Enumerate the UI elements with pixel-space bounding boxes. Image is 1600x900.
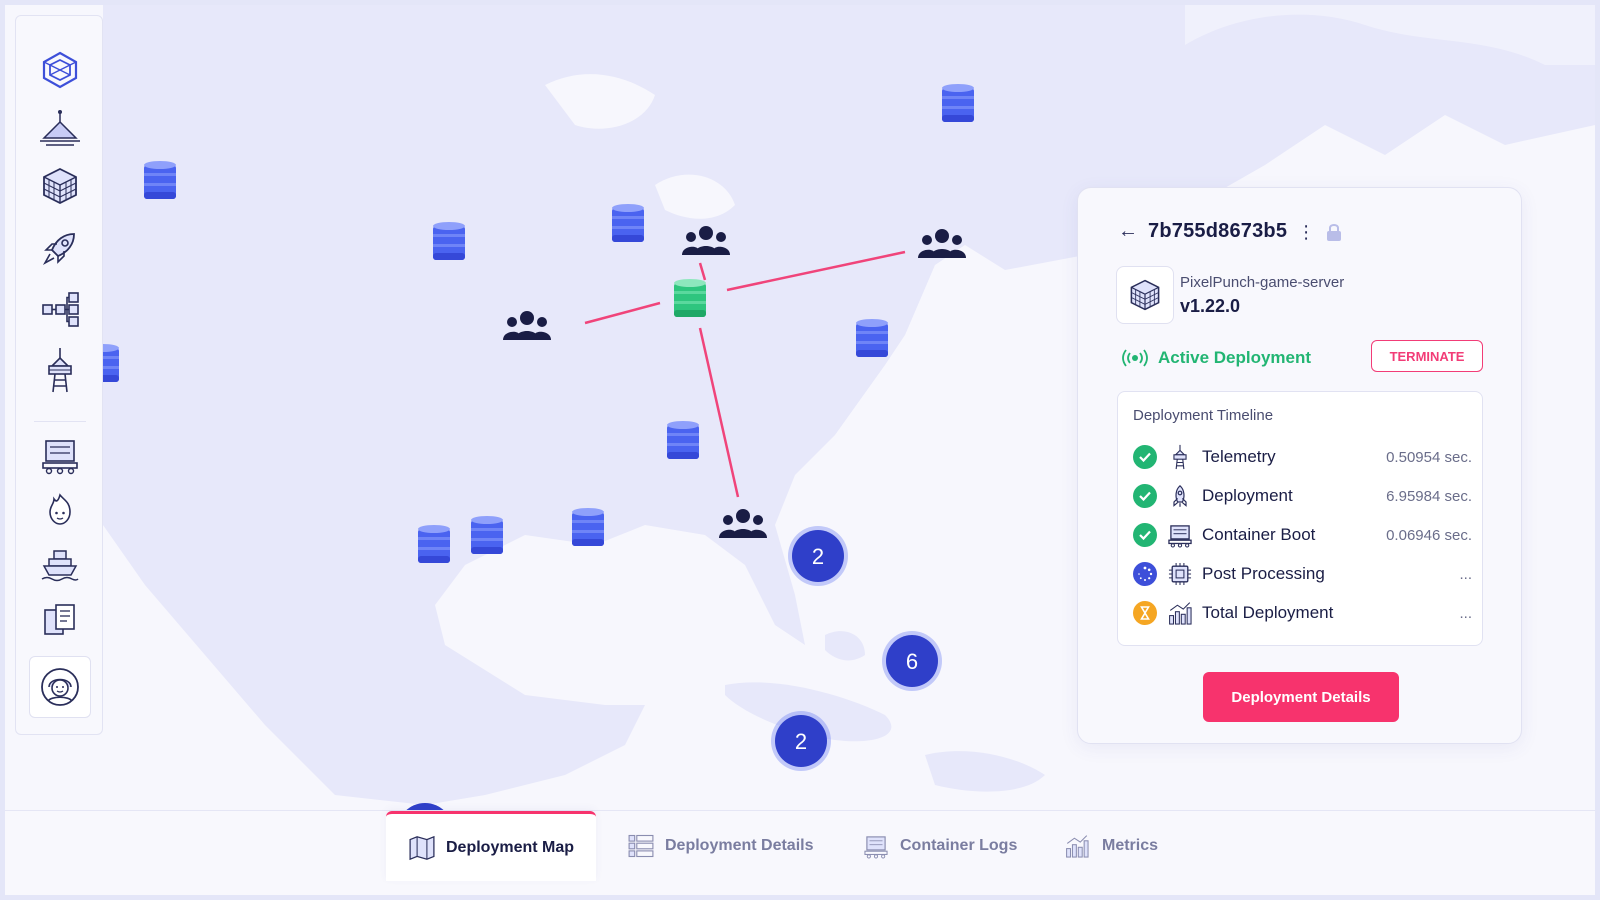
broadcast-icon <box>1122 349 1148 367</box>
timeline-label: Deployment <box>1202 486 1293 505</box>
tab-metrics[interactable]: Metrics <box>1040 811 1180 881</box>
rocket-icon <box>1164 481 1196 511</box>
timeline-row: Deployment 6.95984 sec. <box>1132 481 1472 511</box>
active-server-node[interactable] <box>674 279 706 317</box>
deployment-status: Active Deployment <box>1120 348 1311 368</box>
back-arrow-icon[interactable]: ← <box>1118 220 1138 243</box>
rubiks-cube-icon <box>43 167 77 205</box>
timeline-time: 0.50954 sec. <box>1386 448 1472 466</box>
timeline-label: Telemetry <box>1202 447 1276 466</box>
sidebar-divider <box>34 421 86 422</box>
deployment-panel: ← 7b755d8673b5 ⋮ PixelPunch-game-server … <box>1077 187 1522 744</box>
timeline-label: Post Processing <box>1202 564 1325 583</box>
check-circle-icon <box>1132 522 1158 548</box>
server-node[interactable] <box>667 421 699 459</box>
server-node[interactable] <box>418 525 450 563</box>
deployment-timeline: Deployment Timeline Telemetry 0.50954 se… <box>1117 391 1483 646</box>
server-node[interactable] <box>856 319 888 357</box>
timeline-row: Telemetry 0.50954 sec. <box>1132 442 1472 472</box>
service-icon-box <box>1116 266 1174 324</box>
hourglass-icon <box>1132 600 1158 626</box>
sidebar-item-deploy[interactable] <box>36 224 84 272</box>
tab-container-logs[interactable]: Container Logs <box>840 811 1039 881</box>
sidebar-item-packages[interactable] <box>36 162 84 210</box>
container-icon <box>42 440 78 475</box>
user-profile-button[interactable] <box>29 656 91 718</box>
panel-header: ← 7b755d8673b5 ⋮ <box>1118 220 1343 243</box>
bar-chart-icon <box>1066 835 1089 858</box>
sidebar-item-docs[interactable] <box>36 596 84 644</box>
map-icon <box>409 835 435 860</box>
tab-deployment-map[interactable]: Deployment Map <box>386 811 597 881</box>
server-node[interactable] <box>612 204 644 242</box>
timeline-time: 6.95984 sec. <box>1386 487 1472 505</box>
app-frame: 2 6 2 ← 7b755d8673b5 ⋮ PixelPunch-game-s… <box>5 5 1595 895</box>
timeline-title: Deployment Timeline <box>1133 407 1274 424</box>
check-circle-icon <box>1132 444 1158 470</box>
timeline-label: Container Boot <box>1202 525 1316 544</box>
timeline-row: Total Deployment ... <box>1132 598 1472 628</box>
tab-label: Deployment Map <box>446 838 575 856</box>
sidebar-item-hotspots[interactable] <box>36 486 84 534</box>
sidebar-item-containers[interactable] <box>36 431 84 479</box>
ship-icon <box>41 550 79 582</box>
service-version: v1.22.0 <box>1180 296 1241 316</box>
bottom-tab-bar: Deployment Map Deployment Details Contai… <box>5 810 1595 895</box>
sidebar-item-shipping[interactable] <box>36 541 84 589</box>
check-circle-icon <box>1132 483 1158 509</box>
cluster-count: 2 <box>812 544 824 569</box>
tower-icon <box>1164 442 1196 472</box>
service-name: PixelPunch-game-server <box>1180 274 1345 291</box>
cluster-count: 2 <box>795 729 807 754</box>
sidebar <box>15 15 103 735</box>
timeline-label: Total Deployment <box>1202 603 1334 622</box>
container-icon <box>864 836 888 859</box>
cluster-marker[interactable]: 2 <box>771 711 831 771</box>
sidebar-item-network[interactable] <box>36 286 84 334</box>
timeline-row: Container Boot 0.06946 sec. <box>1132 520 1472 550</box>
timeline-time: 0.06946 sec. <box>1386 526 1472 544</box>
user-avatar-icon <box>41 668 79 706</box>
tab-deployment-details[interactable]: Deployment Details <box>605 811 835 881</box>
lock-icon[interactable] <box>1325 222 1343 242</box>
timeline-time: ... <box>1459 604 1472 622</box>
deployment-details-button[interactable]: Deployment Details <box>1203 672 1399 722</box>
sidebar-item-beacon[interactable] <box>36 104 84 152</box>
rocket-icon <box>42 233 75 266</box>
tab-label: Metrics <box>1102 837 1159 854</box>
fire-face-icon <box>49 493 71 525</box>
container-icon <box>1164 520 1196 550</box>
chip-icon <box>1164 559 1196 589</box>
beacon-icon <box>40 110 80 146</box>
bar-chart-icon <box>1164 598 1196 628</box>
status-label: Active Deployment <box>1158 348 1312 367</box>
tab-label: Deployment Details <box>665 837 814 854</box>
server-node[interactable] <box>942 84 974 122</box>
sidebar-item-home[interactable] <box>36 46 84 94</box>
timeline-row: Post Processing ... <box>1132 559 1472 589</box>
sidebar-item-telemetry[interactable] <box>36 346 84 394</box>
documents-icon <box>44 604 75 635</box>
server-node[interactable] <box>144 161 176 199</box>
timeline-time: ... <box>1459 565 1472 583</box>
tab-label: Container Logs <box>900 837 1018 854</box>
server-node[interactable] <box>471 516 503 554</box>
terminate-button[interactable]: TERMINATE <box>1371 340 1483 372</box>
list-details-icon <box>628 834 654 858</box>
more-options-icon[interactable]: ⋮ <box>1297 223 1315 241</box>
server-node[interactable] <box>572 508 604 546</box>
deployment-id: 7b755d8673b5 <box>1148 220 1288 242</box>
cluster-count: 6 <box>906 649 918 674</box>
server-node[interactable] <box>433 222 465 260</box>
rubiks-cube-icon <box>1130 279 1160 311</box>
loading-spinner-icon <box>1132 561 1158 587</box>
network-tree-icon <box>42 292 79 327</box>
tower-icon <box>48 348 72 393</box>
cluster-marker[interactable]: 2 <box>788 526 848 586</box>
cluster-marker[interactable]: 6 <box>882 631 942 691</box>
cube-logo-icon <box>42 51 78 89</box>
